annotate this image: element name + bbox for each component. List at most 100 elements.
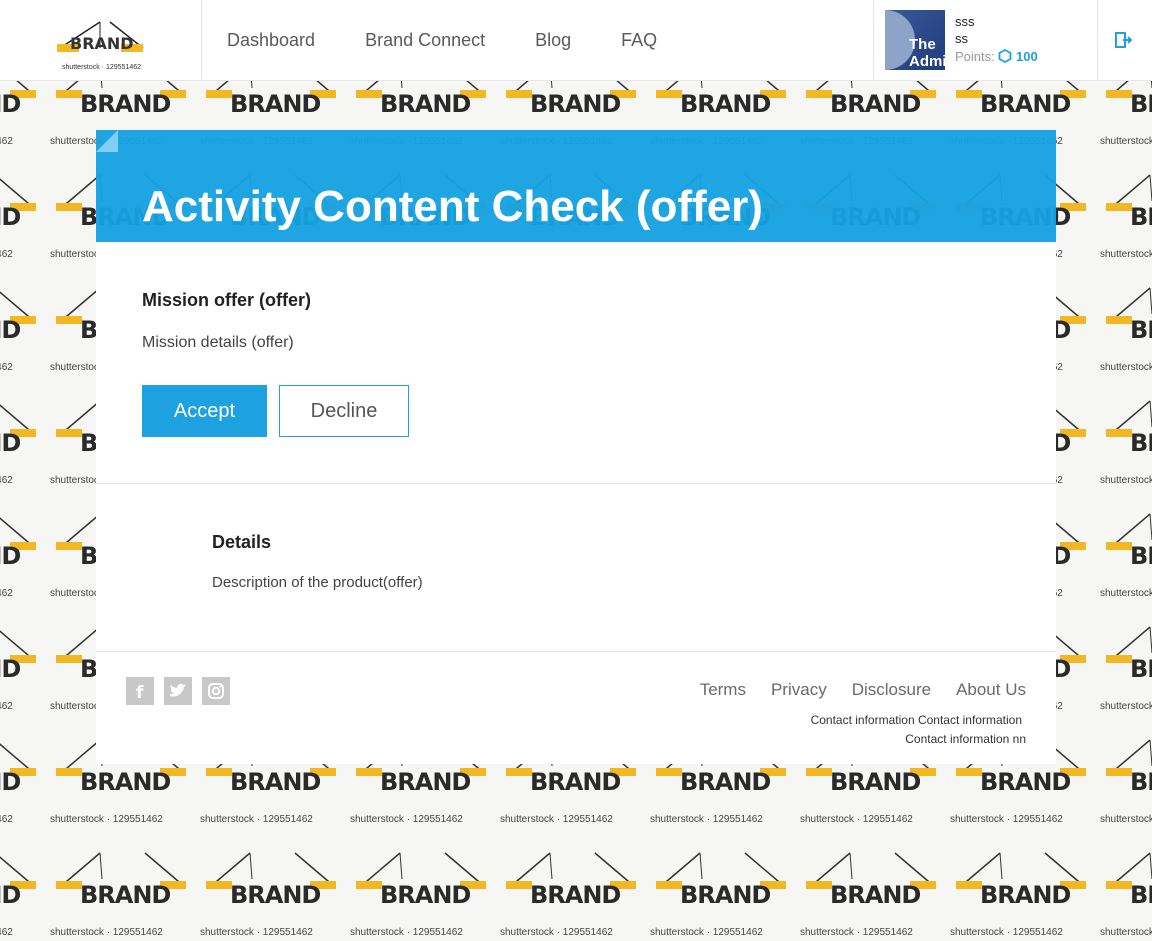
user-panel[interactable]: The Admi sss ss Points: 100	[873, 0, 1098, 80]
watermark-brand-text: BRAND	[980, 90, 1071, 118]
watermark-brand-text: BRAND	[380, 881, 471, 909]
watermark-text: shutterstock · 129551462	[1100, 701, 1152, 712]
watermark-brand-text: BRAND	[0, 90, 21, 118]
details-description: Description of the product(offer)	[212, 574, 423, 591]
watermark-brand-text: BRAND	[530, 90, 621, 118]
contact-info-line2: Contact information nn	[905, 732, 1026, 746]
points-label: Points:	[955, 49, 995, 64]
watermark-text: shutterstock · 129551462	[1100, 588, 1152, 599]
watermark-text: shutterstock · 129551462	[50, 814, 163, 825]
watermark-tile: BRAND shutterstock · 129551462	[1100, 728, 1152, 841]
logo-text: BRAND	[70, 34, 134, 53]
watermark-tile: BRAND shutterstock · 129551462	[0, 276, 50, 389]
watermark-text: shutterstock · 129551462	[0, 927, 13, 938]
watermark-brand-text: BRAND	[1130, 429, 1152, 457]
watermark-brand-text: BRAND	[0, 881, 21, 909]
footer-link-about-us[interactable]: About Us	[956, 680, 1026, 700]
watermark-text: shutterstock · 129551462	[350, 814, 463, 825]
watermark-tile: BRAND shutterstock · 129551462	[1100, 841, 1152, 941]
avatar[interactable]: The Admi	[885, 10, 945, 70]
watermark-brand-text: BRAND	[80, 881, 171, 909]
instagram-icon[interactable]	[202, 677, 230, 705]
watermark-brand-text: BRAND	[830, 881, 921, 909]
nav-blog[interactable]: Blog	[535, 30, 571, 51]
logout-icon[interactable]	[1115, 31, 1133, 54]
watermark-brand-text: BRAND	[980, 768, 1071, 796]
footer-link-disclosure[interactable]: Disclosure	[852, 680, 931, 700]
watermark-text: shutterstock · 129551462	[650, 927, 763, 938]
banner-corner-fold	[96, 130, 118, 152]
watermark-tile: BRAND shutterstock · 129551462	[1100, 163, 1152, 276]
watermark-text: shutterstock · 129551462	[800, 814, 913, 825]
points-hexagon-icon	[998, 48, 1012, 64]
watermark-tile: BRAND shutterstock · 129551462	[0, 502, 50, 615]
watermark-text: shutterstock · 129551462	[1100, 814, 1152, 825]
watermark-tile: BRAND shutterstock · 129551462	[1100, 80, 1152, 163]
watermark-brand-text: BRAND	[0, 542, 21, 570]
watermark-text: shutterstock · 129551462	[50, 927, 163, 938]
watermark-tile: BRAND shutterstock · 129551462	[200, 841, 350, 941]
watermark-tile: BRAND shutterstock · 129551462	[1100, 389, 1152, 502]
svg-text:f: f	[136, 683, 144, 703]
mission-details: Mission details (offer)	[142, 334, 294, 351]
footer: f Terms Privacy Disclosure About Us Cont…	[96, 651, 1056, 764]
facebook-icon[interactable]: f	[126, 677, 154, 705]
watermark-brand-text: BRAND	[380, 90, 471, 118]
watermark-tile: BRAND shutterstock · 129551462	[0, 389, 50, 502]
user-name-line1: sss	[955, 14, 975, 29]
user-name-line2: ss	[955, 31, 968, 46]
mission-title: Mission offer (offer)	[142, 290, 311, 310]
section-divider	[96, 483, 1056, 484]
nav-faq[interactable]: FAQ	[621, 30, 657, 51]
watermark-tile: BRAND shutterstock · 129551462	[1100, 615, 1152, 728]
watermark-brand-text: BRAND	[380, 768, 471, 796]
footer-link-privacy[interactable]: Privacy	[771, 680, 827, 700]
decline-button[interactable]: Decline	[279, 385, 409, 437]
user-points: Points: 100	[955, 48, 1038, 64]
watermark-text: shutterstock · 129551462	[200, 814, 313, 825]
twitter-icon[interactable]	[164, 677, 192, 705]
watermark-brand-text: BRAND	[830, 768, 921, 796]
watermark-tile: BRAND shutterstock · 129551462	[0, 80, 50, 163]
watermark-tile: BRAND shutterstock · 129551462	[0, 615, 50, 728]
watermark-brand-text: BRAND	[530, 768, 621, 796]
watermark-text: shutterstock · 129551462	[350, 927, 463, 938]
details-title: Details	[212, 532, 272, 552]
watermark-text: shutterstock · 129551462	[500, 814, 613, 825]
points-value: 100	[1016, 49, 1038, 64]
watermark-text: shutterstock · 129551462	[200, 927, 313, 938]
main-nav: Dashboard Brand Connect Blog FAQ	[227, 30, 657, 51]
footer-link-terms[interactable]: Terms	[700, 680, 746, 700]
watermark-brand-text: BRAND	[80, 768, 171, 796]
watermark-brand-text: BRAND	[230, 881, 321, 909]
watermark-brand-text: BRAND	[1130, 655, 1152, 683]
nav-brand-connect[interactable]: Brand Connect	[365, 30, 485, 51]
watermark-tile: BRAND shutterstock · 129551462	[350, 841, 500, 941]
watermark-brand-text: BRAND	[80, 90, 171, 118]
watermark-brand-text: BRAND	[230, 90, 321, 118]
watermark-tile: BRAND shutterstock · 129551462	[0, 728, 50, 841]
watermark-text: shutterstock · 129551462	[0, 136, 13, 147]
logo-watermark: shutterstock · 129551462	[62, 64, 141, 71]
watermark-text: shutterstock · 129551462	[0, 475, 13, 486]
watermark-text: shutterstock · 129551462	[0, 249, 13, 260]
watermark-tile: BRAND shutterstock · 129551462	[50, 841, 200, 941]
watermark-text: shutterstock · 129551462	[0, 701, 13, 712]
watermark-text: shutterstock · 129551462	[800, 927, 913, 938]
watermark-text: shutterstock · 129551462	[0, 588, 13, 599]
watermark-brand-text: BRAND	[1130, 768, 1152, 796]
footer-links: Terms Privacy Disclosure About Us	[700, 680, 1026, 700]
nav-dashboard[interactable]: Dashboard	[227, 30, 315, 51]
watermark-text: shutterstock · 129551462	[950, 927, 1063, 938]
watermark-tile: BRAND shutterstock · 129551462	[950, 841, 1100, 941]
watermark-brand-text: BRAND	[680, 881, 771, 909]
watermark-tile: BRAND shutterstock · 129551462	[650, 841, 800, 941]
watermark-text: shutterstock · 129551462	[0, 814, 13, 825]
watermark-tile: BRAND shutterstock · 129551462	[0, 841, 50, 941]
accept-button[interactable]: Accept	[142, 385, 267, 437]
contact-info-line1: Contact information Contact information	[810, 713, 1022, 727]
watermark-text: shutterstock · 129551462	[1100, 927, 1152, 938]
watermark-text: shutterstock · 129551462	[1100, 362, 1152, 373]
watermark-brand-text: BRAND	[980, 881, 1071, 909]
brand-logo[interactable]: BRAND shutterstock · 129551462	[0, 0, 202, 80]
